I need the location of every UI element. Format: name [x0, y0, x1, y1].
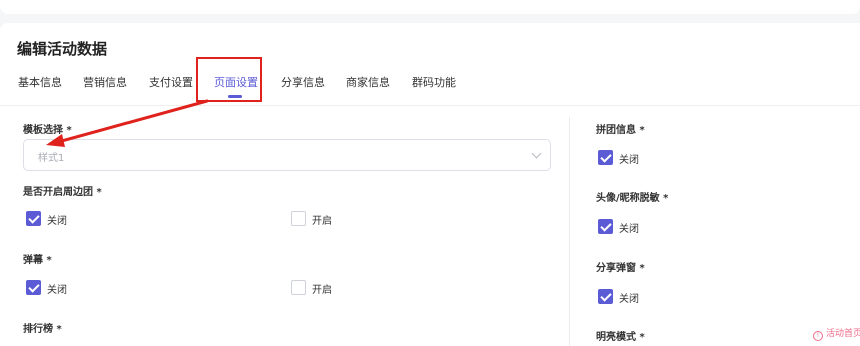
- activity-home-label: 活动首页: [826, 329, 860, 339]
- annotation-arrow: [46, 99, 209, 147]
- info-icon: !: [813, 331, 823, 341]
- activity-home-link[interactable]: ! 活动首页: [813, 326, 860, 341]
